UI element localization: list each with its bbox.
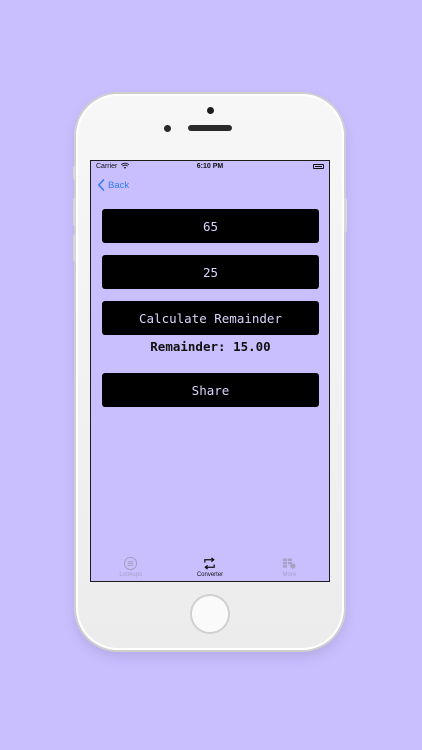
app-store-preview: Carrier 6:10 PM Back 65 25 Calculate Rem… [0,0,422,750]
volume-up-button [73,198,76,226]
power-button [344,198,347,232]
tab-lookups-label: Lookups [119,572,142,578]
divisor-field[interactable]: 25 [102,255,319,289]
status-time: 6:10 PM [196,163,224,170]
home-button[interactable] [190,594,230,634]
app-screen: Carrier 6:10 PM Back 65 25 Calculate Rem… [90,160,330,582]
phone-frame: Carrier 6:10 PM Back 65 25 Calculate Rem… [73,94,347,650]
tab-lookups[interactable]: Lookups [91,553,170,581]
tab-converter-label: Converter [196,572,224,578]
tab-converter[interactable]: Converter [170,553,249,581]
back-button[interactable]: Back [97,178,129,192]
proximity-sensor [164,125,171,132]
swap-arrows-icon [204,557,216,570]
status-bar: Carrier 6:10 PM [91,161,329,173]
more-grid-icon [282,558,296,569]
earpiece-speaker [188,125,232,131]
share-button[interactable]: Share [102,373,319,407]
chevron-left-icon [98,179,105,191]
front-camera [207,107,214,114]
battery-icon [313,164,324,169]
volume-down-button [73,234,76,262]
calculate-remainder-button[interactable]: Calculate Remainder [102,301,319,335]
tab-more[interactable]: More [250,553,329,581]
remainder-result: Remainder: 15.00 [150,339,271,354]
mute-switch [73,166,76,180]
list-icon [124,556,138,571]
back-label: Back [108,179,130,191]
tab-more-label: More [282,572,297,578]
tab-bar: Lookups Converter More [91,553,329,581]
dividend-field[interactable]: 65 [102,209,319,243]
